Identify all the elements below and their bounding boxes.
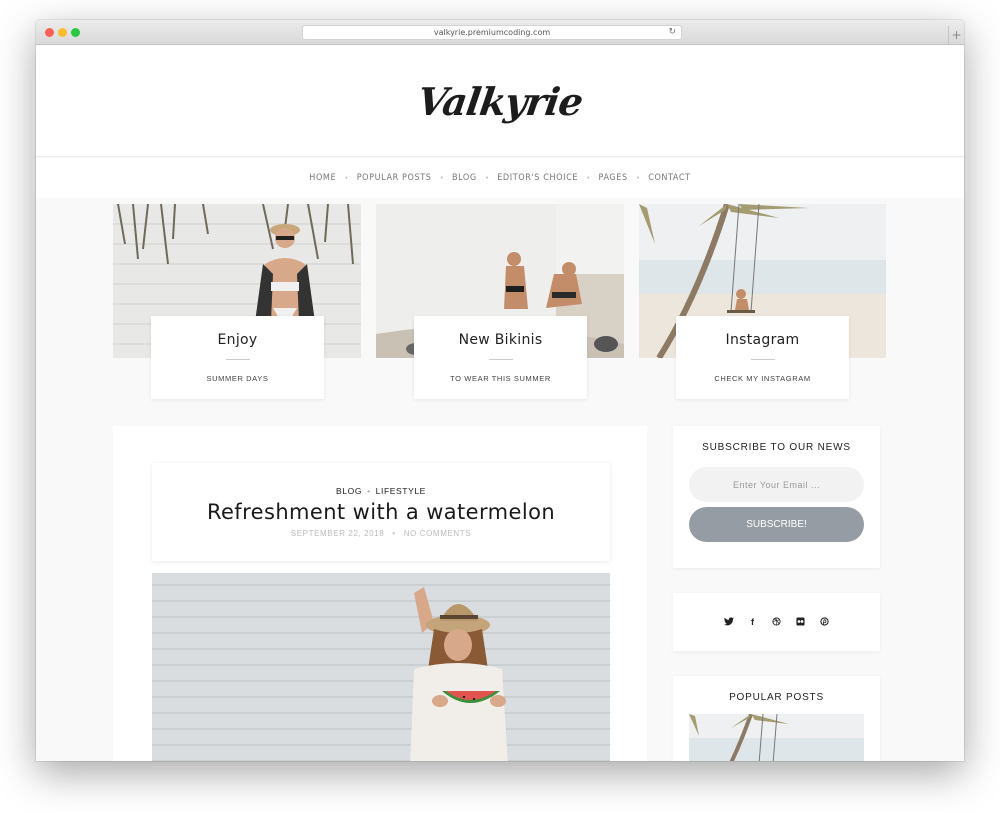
post-date: SEPTEMBER 22, 2018 xyxy=(290,529,385,538)
subscribe-widget: SUBSCRIBE TO OUR NEWS SUBSCRIBE! xyxy=(673,426,880,568)
post-comments-link[interactable]: NO COMMENTS xyxy=(404,529,472,538)
flickr-icon[interactable] xyxy=(795,616,806,628)
popular-posts-widget: POPULAR POSTS xyxy=(673,676,880,761)
social-widget: f xyxy=(673,593,880,651)
subscribe-button[interactable]: SUBSCRIBE! xyxy=(689,507,864,542)
popular-posts-title: POPULAR POSTS xyxy=(729,692,824,703)
category-link-blog[interactable]: BLOG xyxy=(336,486,362,496)
category-separator: • xyxy=(367,486,371,496)
facebook-icon[interactable]: f xyxy=(747,617,758,627)
post-categories: BLOG • LIFESTYLE xyxy=(152,486,610,496)
twitter-icon[interactable] xyxy=(723,616,734,628)
meta-separator: • xyxy=(392,529,396,538)
post-featured-image[interactable] xyxy=(152,573,610,761)
email-field[interactable] xyxy=(689,467,864,502)
post-header: BLOG • LIFESTYLE Refreshment with a waterm… xyxy=(152,463,610,561)
post-title[interactable]: Refreshment with a watermelon xyxy=(152,500,610,524)
blog-post: BLOG • LIFESTYLE Refreshment with a waterm… xyxy=(113,426,647,761)
post-meta: SEPTEMBER 22, 2018 • NO COMMENTS xyxy=(152,529,610,538)
subscribe-title: SUBSCRIBE TO OUR NEWS xyxy=(702,442,851,453)
dribbble-icon[interactable] xyxy=(771,616,782,628)
popular-post-thumbnail[interactable] xyxy=(689,714,864,761)
pinterest-icon[interactable] xyxy=(819,616,830,628)
category-link-lifestyle[interactable]: LIFESTYLE xyxy=(376,486,426,496)
